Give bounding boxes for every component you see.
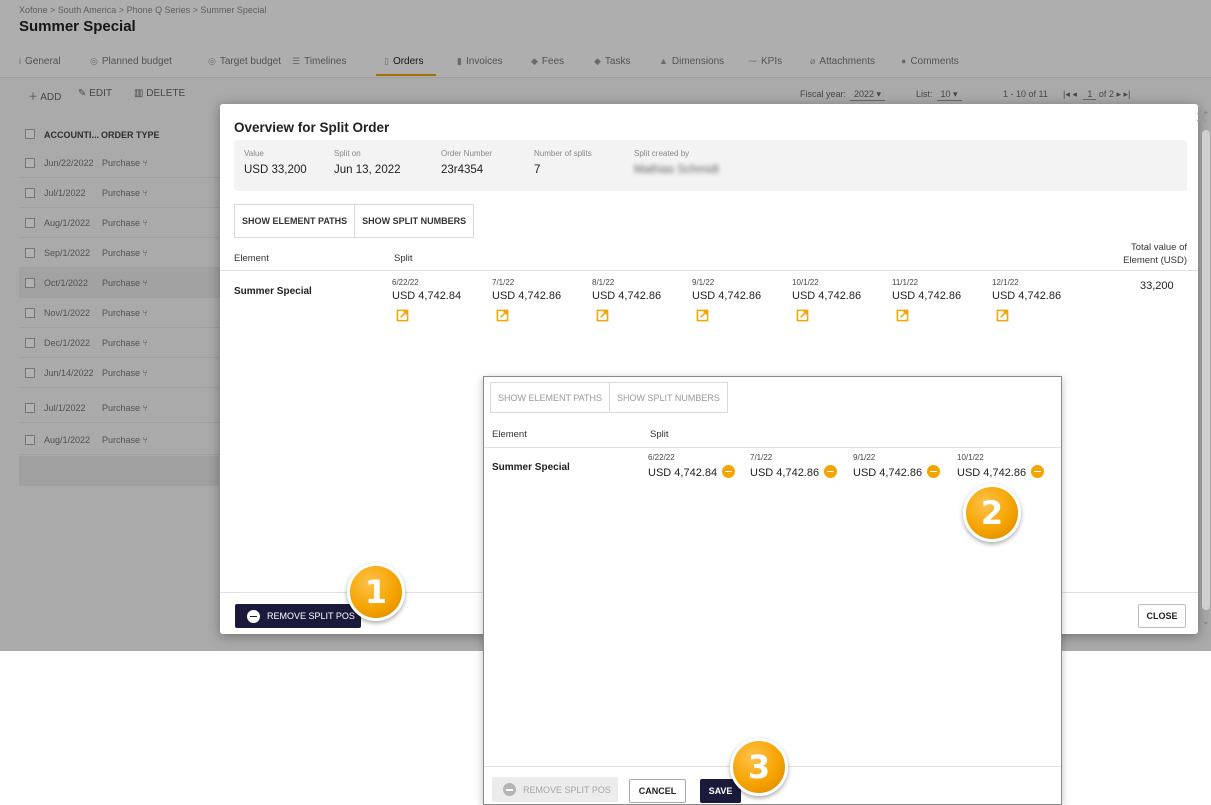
element-total: 33,200 [1140, 280, 1174, 292]
dialog-scrollbar[interactable] [1202, 130, 1210, 610]
info-order-number: Order Number 23r4354 [441, 149, 492, 176]
split-amount-row: USD 4,742.86 [750, 465, 838, 479]
split-amount: USD 4,742.86 [492, 290, 562, 302]
remove-split-minus-icon[interactable] [1031, 465, 1045, 478]
split-position: 7/1/22 USD 4,742.86 [492, 278, 561, 322]
split-date: 12/1/22 [992, 278, 1019, 287]
inset-split-position: 10/1/22 USD 4,742.86 [957, 453, 1045, 479]
info-label: Order Number [441, 149, 493, 158]
step-badge-2: 2 [963, 484, 1021, 542]
inset-view-toggle-group: SHOW ELEMENT PATHS SHOW SPLIT NUMBERS [490, 382, 728, 413]
split-amount: USD 4,742.86 [957, 467, 1027, 479]
total-header-line1: Total value of [1131, 242, 1187, 253]
split-position: 6/22/22 USD 4,742.84 [392, 278, 461, 322]
split-amount-row: USD 4,742.84 [648, 465, 736, 479]
split-date: 6/22/22 [648, 453, 675, 462]
total-header-line2: Element (USD) [1123, 255, 1187, 266]
element-name: Summer Special [234, 286, 312, 297]
info-label: Split created by [634, 149, 690, 158]
column-header-element: Element [234, 253, 269, 264]
cancel-button[interactable]: CANCEL [629, 779, 686, 803]
split-date: 6/22/22 [392, 278, 419, 287]
app-root: Xofone > South America > Phone Q Series … [0, 0, 1211, 805]
remove-label: REMOVE SPLIT POS [523, 784, 611, 795]
split-date: 9/1/22 [692, 278, 715, 287]
open-edit-icon[interactable] [696, 309, 709, 322]
split-date: 11/1/22 [892, 278, 919, 287]
open-edit-icon[interactable] [496, 309, 509, 322]
inset-show-split-numbers-button[interactable]: SHOW SPLIT NUMBERS [609, 383, 727, 412]
split-amount: USD 4,742.86 [750, 467, 820, 479]
remove-split-minus-icon[interactable] [722, 465, 736, 478]
inset-header-divider [484, 447, 1061, 448]
split-position: 10/1/22 USD 4,742.86 [792, 278, 861, 322]
split-position: 9/1/22 USD 4,742.86 [692, 278, 761, 322]
remove-label: REMOVE SPLIT POS [267, 611, 355, 621]
open-edit-icon[interactable] [396, 309, 409, 322]
split-amount-row: USD 4,742.86 [853, 465, 941, 479]
scroll-up-icon[interactable]: ⌃ [1202, 110, 1210, 121]
column-header-total: Total value of Element (USD) [1123, 242, 1187, 266]
open-edit-icon[interactable] [896, 309, 909, 322]
remove-split-minus-icon[interactable] [927, 465, 941, 478]
inset-column-header-split: Split [650, 429, 669, 440]
split-date: 7/1/22 [492, 278, 515, 287]
split-amount: USD 4,742.86 [992, 290, 1062, 302]
split-amount: USD 4,742.86 [853, 467, 923, 479]
info-value: Value USD 33,200 [244, 149, 307, 176]
info-label: Number of splits [534, 149, 592, 158]
split-amount: USD 4,742.86 [792, 290, 862, 302]
header-divider [220, 270, 1198, 271]
inset-element-name: Summer Special [492, 462, 570, 473]
split-amount: USD 4,742.84 [392, 290, 462, 302]
info-label: Split on [334, 149, 361, 158]
info-text: USD 33,200 [244, 164, 307, 176]
info-text: Jun 13, 2022 [334, 164, 401, 176]
inset-remove-split-pos-button[interactable]: REMOVE SPLIT POS [492, 777, 618, 802]
split-amount: USD 4,742.86 [892, 290, 962, 302]
split-date: 10/1/22 [792, 278, 819, 287]
info-text: Mathias Schmidt [634, 164, 720, 176]
minus-circle-icon [247, 609, 260, 623]
inset-show-element-paths-button[interactable]: SHOW ELEMENT PATHS [491, 383, 609, 412]
dialog-title: Overview for Split Order [234, 120, 390, 135]
inset-split-position: 7/1/22 USD 4,742.86 [750, 453, 838, 479]
split-amount: USD 4,742.86 [692, 290, 762, 302]
info-text: 7 [534, 164, 541, 176]
split-position: 11/1/22 USD 4,742.86 [892, 278, 961, 322]
split-date: 8/1/22 [592, 278, 615, 287]
split-amount-row: USD 4,742.86 [957, 465, 1045, 479]
scroll-down-icon[interactable]: ⌄ [1202, 616, 1210, 627]
split-amount: USD 4,742.86 [592, 290, 662, 302]
split-position: 12/1/22 USD 4,742.86 [992, 278, 1061, 322]
remove-split-pos-button[interactable]: REMOVE SPLIT POS [235, 604, 361, 628]
info-number-of-splits: Number of splits 7 [534, 149, 592, 176]
show-split-numbers-button[interactable]: SHOW SPLIT NUMBERS [354, 205, 473, 237]
view-toggle-group: SHOW ELEMENT PATHS SHOW SPLIT NUMBERS [234, 204, 475, 238]
open-edit-icon[interactable] [996, 309, 1009, 322]
info-text: 23r4354 [441, 164, 484, 176]
close-button[interactable]: CLOSE [1138, 604, 1186, 628]
split-amount: USD 4,742.84 [648, 467, 718, 479]
split-date: 7/1/22 [750, 453, 773, 462]
column-header-split: Split [394, 253, 413, 264]
open-edit-icon[interactable] [796, 309, 809, 322]
split-date: 10/1/22 [957, 453, 984, 462]
info-split-on: Split on Jun 13, 2022 [334, 149, 401, 176]
remove-split-minus-icon[interactable] [824, 465, 838, 478]
show-element-paths-button[interactable]: SHOW ELEMENT PATHS [235, 205, 354, 237]
info-label: Value [244, 149, 264, 158]
step-badge-1: 1 [347, 563, 405, 621]
inset-split-position: 9/1/22 USD 4,742.86 [853, 453, 941, 479]
split-position: 8/1/22 USD 4,742.86 [592, 278, 661, 322]
split-date: 9/1/22 [853, 453, 876, 462]
split-info-panel: Value USD 33,200 Split on Jun 13, 2022 O… [234, 140, 1187, 191]
inset-column-header-element: Element [492, 429, 527, 440]
step-badge-3: 3 [730, 738, 788, 796]
inset-split-position: 6/22/22 USD 4,742.84 [648, 453, 736, 479]
minus-circle-icon [503, 783, 516, 796]
open-edit-icon[interactable] [596, 309, 609, 322]
info-created-by: Split created by Mathias Schmidt [634, 149, 719, 176]
